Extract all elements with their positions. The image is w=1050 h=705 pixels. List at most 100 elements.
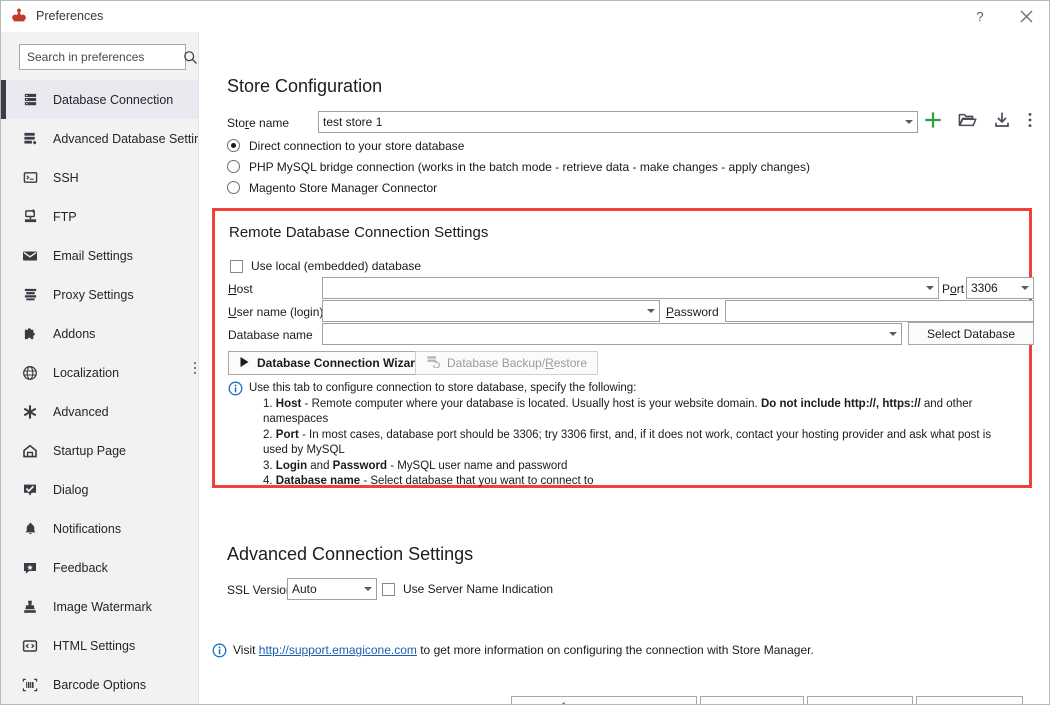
host-combo[interactable]	[322, 277, 939, 299]
proxy-icon	[19, 285, 41, 305]
sidebar-item-label: Addons	[53, 326, 96, 341]
port-label: Port	[942, 282, 965, 296]
preferences-content: Store Configuration Store name test stor…	[199, 32, 1049, 704]
support-link[interactable]: http://support.emagicone.com	[259, 643, 417, 657]
sidebar-item-database-connection[interactable]: Database Connection	[1, 80, 198, 119]
info-circle-icon	[212, 643, 227, 658]
cancel-button[interactable]: Cancel	[916, 696, 1023, 704]
use-local-database-row[interactable]: Use local (embedded) database	[230, 259, 421, 273]
green-check-icon	[551, 702, 565, 704]
sidebar-item-email-settings[interactable]: Email Settings	[1, 236, 198, 275]
sidebar-item-ssh[interactable]: SSH	[1, 158, 198, 197]
download-icon[interactable]	[993, 111, 1011, 132]
username-combo[interactable]	[322, 300, 660, 322]
splitter-grip-icon	[193, 362, 196, 374]
sidebar-item-label: Dialog	[53, 482, 89, 497]
close-button[interactable]	[1003, 1, 1049, 32]
connection-mode-magento-connector[interactable]: Magento Store Manager Connector	[227, 177, 437, 198]
select-database-label: Select Database	[926, 326, 1016, 341]
sidebar-item-label: Notifications	[53, 521, 122, 536]
database-restore-icon	[426, 355, 441, 371]
barcode-icon	[19, 675, 41, 695]
sidebar-item-startup-page[interactable]: Startup Page	[1, 431, 198, 470]
terminal-icon	[19, 168, 41, 188]
remote-database-panel: Remote Database Connection Settings Use …	[212, 208, 1034, 490]
sidebar-item-image-watermark[interactable]: Image Watermark	[1, 587, 198, 626]
help-button[interactable]: ?	[957, 1, 1003, 32]
select-database-button[interactable]: Select Database	[908, 322, 1034, 345]
port-combo[interactable]: 3306	[966, 277, 1034, 299]
sidebar-item-advanced-database-settings[interactable]: Advanced Database Settings	[1, 119, 198, 158]
cancel-label: Cancel	[951, 702, 988, 704]
ok-button[interactable]: OK	[807, 696, 913, 704]
sidebar-item-localization[interactable]: Localization	[1, 353, 198, 392]
radio-magento-connector-icon[interactable]	[227, 181, 240, 194]
chevron-down-icon[interactable]	[884, 324, 901, 344]
use-server-name-indication-checkbox[interactable]	[382, 582, 395, 596]
chevron-down-icon[interactable]	[900, 112, 917, 132]
connection-mode-php-bridge[interactable]: PHP MySQL bridge connection (works in th…	[227, 156, 810, 177]
window-title: Preferences	[36, 9, 104, 23]
port-value: 3306	[971, 281, 998, 295]
ssl-version-combo[interactable]: Auto	[287, 578, 377, 600]
store-name-combo[interactable]: test store 1	[318, 111, 918, 133]
checkbox-icon	[19, 480, 41, 500]
database-icon	[19, 90, 41, 110]
search-box[interactable]	[19, 44, 197, 70]
chevron-down-icon[interactable]	[921, 278, 938, 298]
sidebar-item-advanced[interactable]: Advanced	[1, 392, 198, 431]
test-connection-label: Test Connection	[571, 702, 657, 704]
database-backup-restore-button[interactable]: Database Backup/Restore	[415, 351, 599, 375]
sidebar-item-label: Proxy Settings	[53, 287, 134, 302]
apply-label: Apply	[737, 702, 767, 704]
sidebar-item-label: Database Connection	[53, 92, 174, 107]
chevron-down-icon[interactable]	[642, 301, 659, 321]
sidebar-item-dialog[interactable]: Dialog	[1, 470, 198, 509]
sidebar-splitter[interactable]	[191, 32, 198, 704]
chevron-down-icon[interactable]	[1016, 278, 1033, 298]
sidebar-item-html-settings[interactable]: HTML Settings	[1, 626, 198, 665]
wizard-button-label: Database Connection Wizard	[257, 356, 423, 370]
sidebar-item-label: Barcode Options	[53, 677, 147, 692]
password-input[interactable]	[725, 300, 1034, 322]
apply-button[interactable]: Apply	[700, 696, 804, 704]
info-item-port: 2. Port - In most cases, database port s…	[263, 428, 992, 457]
page-title: Store Configuration	[227, 76, 383, 96]
sidebar-item-ftp[interactable]: FTP	[1, 197, 198, 236]
plus-icon[interactable]	[924, 111, 942, 132]
question-mark-icon: ?	[976, 9, 984, 24]
radio-php-bridge-icon[interactable]	[227, 160, 240, 173]
home-icon	[19, 441, 41, 461]
info-circle-icon	[228, 381, 243, 396]
test-connection-button[interactable]: Test Connection	[511, 696, 697, 704]
database-connection-wizard-button[interactable]: Database Connection Wizard	[228, 351, 434, 375]
use-local-database-label: Use local (embedded) database	[251, 259, 422, 273]
info-item-host: 1. Host - Remote computer where your dat…	[263, 397, 973, 426]
radio-direct-icon[interactable]	[227, 139, 240, 152]
stamp-icon	[19, 597, 41, 617]
ok-label: OK	[851, 702, 868, 704]
database-name-combo[interactable]	[322, 323, 902, 345]
ssl-version-value: Auto	[292, 582, 317, 596]
search-input[interactable]	[27, 50, 182, 64]
emagicone-logo-icon	[10, 7, 28, 25]
sidebar-item-proxy-settings[interactable]: Proxy Settings	[1, 275, 198, 314]
ftp-server-icon	[19, 207, 41, 227]
sidebar-item-label: Advanced	[53, 404, 109, 419]
envelope-icon	[19, 246, 41, 266]
sidebar-item-feedback[interactable]: Feedback	[1, 548, 198, 587]
sidebar-item-barcode-options[interactable]: Barcode Options	[1, 665, 198, 704]
bell-icon	[19, 519, 41, 539]
sni-row[interactable]: Use Server Name Indication	[382, 582, 553, 596]
sidebar-item-notifications[interactable]: Notifications	[1, 509, 198, 548]
host-label: Host	[228, 282, 253, 296]
sidebar-item-label: Startup Page	[53, 443, 126, 458]
use-local-database-checkbox[interactable]	[230, 259, 243, 273]
sidebar-item-addons[interactable]: Addons	[1, 314, 198, 353]
connection-mode-direct[interactable]: Direct connection to your store database	[227, 135, 464, 156]
folder-open-icon[interactable]	[958, 111, 977, 132]
chevron-down-icon[interactable]	[359, 579, 376, 599]
code-brackets-icon	[19, 636, 41, 656]
remote-db-info-text: Use this tab to configure connection to …	[249, 381, 1018, 490]
more-vertical-icon[interactable]	[1027, 111, 1033, 132]
